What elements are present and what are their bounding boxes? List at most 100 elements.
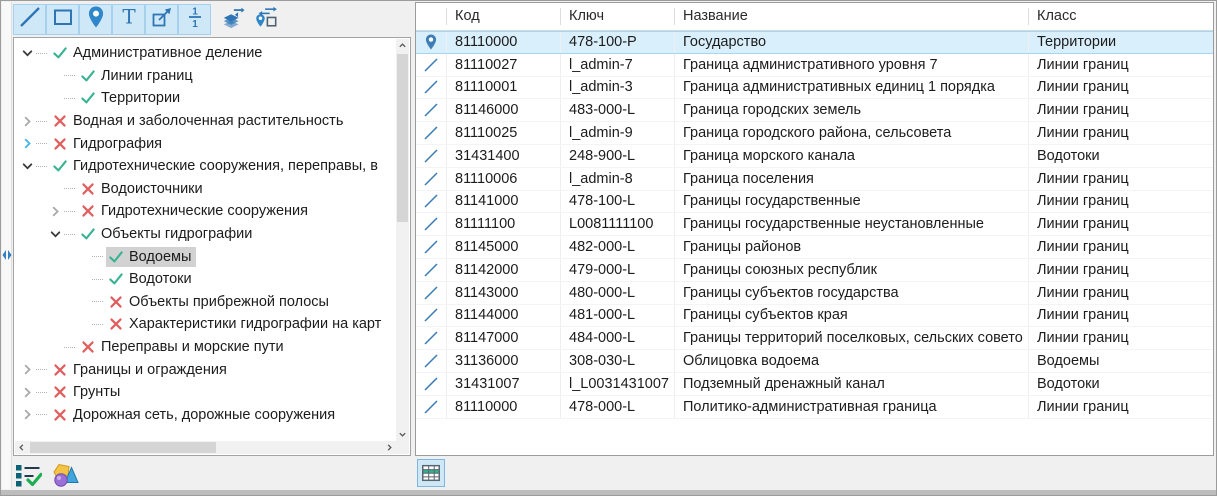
- cross-icon[interactable]: [52, 362, 68, 378]
- rectangle-tool-button[interactable]: [46, 4, 79, 35]
- table-row[interactable]: 81142000 479-000-L Границы союзных республ…: [416, 258, 1213, 282]
- object-shapes-button[interactable]: [50, 460, 80, 489]
- table-row[interactable]: 81110027 l_admin-7 Граница административно…: [416, 53, 1213, 77]
- tree-item-target[interactable]: Административное деление: [50, 43, 267, 63]
- object-swap-tool-button[interactable]: [249, 4, 282, 35]
- scroll-down-icon[interactable]: [396, 428, 409, 441]
- table-row[interactable]: 81110006 l_admin-8 Граница поселения Линии …: [416, 167, 1213, 191]
- check-icon[interactable]: [80, 90, 96, 106]
- table-row[interactable]: 81143000 480-000-L Границы субъектов госуд…: [416, 281, 1213, 305]
- scroll-left-icon[interactable]: [15, 441, 28, 454]
- horizontal-scroll-thumb[interactable]: [30, 442, 216, 453]
- tree-item-target[interactable]: Водоисточники: [78, 179, 208, 199]
- tree-vertical-scrollbar[interactable]: [396, 39, 409, 441]
- cross-icon[interactable]: [80, 203, 96, 219]
- tree-item-target[interactable]: Грунты: [50, 382, 125, 402]
- table-row[interactable]: 81111100 L0081111100 Границы государственн…: [416, 213, 1213, 237]
- cross-icon[interactable]: [108, 316, 124, 332]
- check-icon[interactable]: [52, 158, 68, 174]
- cross-icon[interactable]: [52, 113, 68, 129]
- tree-horizontal-scrollbar[interactable]: [15, 441, 396, 454]
- scale-1-1-tool-button[interactable]: 11: [178, 4, 211, 35]
- tree-item-target[interactable]: Переправы и морские пути: [78, 337, 289, 357]
- scroll-right-icon[interactable]: [383, 441, 396, 454]
- table-row[interactable]: 31431400 248-900-L Граница морского канала…: [416, 144, 1213, 168]
- object-table-panel: Код Ключ Название Класс 81110000 478-100-…: [415, 2, 1214, 456]
- chevron-down-icon[interactable]: [20, 46, 34, 60]
- object-list-check-button[interactable]: [13, 460, 43, 489]
- tree-item-selected[interactable]: Водоемы: [106, 246, 197, 267]
- chevron-right-icon[interactable]: [20, 385, 34, 399]
- vertical-scroll-thumb[interactable]: [397, 54, 408, 222]
- tree-item-target[interactable]: Линии границ: [78, 66, 198, 86]
- column-header-key[interactable]: Ключ: [560, 8, 674, 25]
- tree-connector: [36, 391, 47, 393]
- scroll-up-icon[interactable]: [396, 39, 409, 52]
- chevron-right-icon[interactable]: [48, 204, 62, 218]
- tree-item-target[interactable]: Характеристики гидрографии на карт: [106, 314, 386, 334]
- table-row[interactable]: 81144000 481-000-L Границы субъектов края Л…: [416, 304, 1213, 328]
- point-tool-button[interactable]: [79, 4, 112, 35]
- cross-icon[interactable]: [80, 339, 96, 355]
- splitter-collapse-icon[interactable]: [1, 248, 13, 262]
- tree-item-label: Переправы и морские пути: [101, 339, 284, 356]
- table-row[interactable]: 81110001 l_admin-3 Граница административны…: [416, 76, 1213, 100]
- check-icon[interactable]: [52, 45, 68, 61]
- cross-icon[interactable]: [52, 136, 68, 152]
- table-row[interactable]: 31136000 308-030-L Облицовка водоема Водоем…: [416, 350, 1213, 373]
- cross-icon[interactable]: [52, 407, 68, 423]
- cross-icon[interactable]: [80, 181, 96, 197]
- text-tool-button[interactable]: T: [112, 4, 145, 35]
- cell-name: Граница городского района, сельсовета: [674, 122, 1028, 144]
- tree-item-target[interactable]: Водная и заболоченная растительность: [50, 111, 348, 131]
- tree-item-target[interactable]: Гидротехнические сооружения, переправы, …: [50, 156, 383, 176]
- line-object-icon: [416, 122, 446, 144]
- tree-item-target[interactable]: Водотоки: [106, 269, 197, 289]
- column-header-class[interactable]: Класс: [1028, 8, 1213, 25]
- vector-tool-button[interactable]: [145, 4, 178, 35]
- table-row[interactable]: 81147000 484-000-L Границы территорий посе…: [416, 327, 1213, 351]
- tree-item-label: Водотоки: [129, 271, 192, 288]
- tree-item-target[interactable]: Объекты прибрежной полосы: [106, 292, 334, 312]
- list-check-icon: [16, 464, 42, 486]
- cross-icon[interactable]: [52, 384, 68, 400]
- cell-key: 479-000-L: [560, 258, 674, 281]
- chevron-right-icon[interactable]: [20, 408, 34, 422]
- table-view-button[interactable]: [417, 459, 445, 487]
- tree-item: Характеристики гидрографии на карт: [16, 313, 395, 336]
- chevron-down-icon[interactable]: [20, 159, 34, 173]
- check-icon[interactable]: [80, 68, 96, 84]
- chevron-right-icon[interactable]: [20, 114, 34, 128]
- check-icon[interactable]: [108, 271, 124, 287]
- tree-connector: [64, 97, 75, 99]
- tree-item-target[interactable]: Границы и ограждения: [50, 360, 232, 380]
- tree-item-target[interactable]: Дорожная сеть, дорожные сооружения: [50, 405, 340, 425]
- chevron-right-icon[interactable]: [20, 137, 34, 151]
- check-icon[interactable]: [108, 249, 124, 265]
- panel-splitter[interactable]: [2, 2, 12, 489]
- chevron-down-icon[interactable]: [48, 227, 62, 241]
- layers-swap-tool-button[interactable]: [216, 4, 249, 35]
- line-tool-button[interactable]: [13, 4, 46, 35]
- cross-icon[interactable]: [108, 294, 124, 310]
- scrollbar-corner: [396, 441, 409, 454]
- column-header-name[interactable]: Название: [674, 8, 1028, 25]
- table-row[interactable]: 81145000 482-000-L Границы районов Линии гр…: [416, 236, 1213, 259]
- table-row[interactable]: 81110025 l_admin-9 Граница городского райо…: [416, 122, 1213, 145]
- tree-item-target[interactable]: Территории: [78, 88, 185, 108]
- tree-item-label: Территории: [101, 90, 181, 107]
- table-row[interactable]: 81146000 483-000-L Граница городских земел…: [416, 99, 1213, 123]
- column-header-code[interactable]: Код: [446, 8, 560, 25]
- tree-item-target[interactable]: Объекты гидрографии: [78, 224, 257, 244]
- table-row[interactable]: 81141000 478-100-L Границы государственные…: [416, 190, 1213, 214]
- tree-item-target[interactable]: Гидротехнические сооружения: [78, 201, 313, 221]
- table-row-selected[interactable]: 81110000 478-100-P Государство Территории: [416, 31, 1213, 54]
- cell-class: Линии границ: [1028, 213, 1213, 236]
- table-row[interactable]: 31431007 l_L0031431007 Подземный дренажный…: [416, 372, 1213, 396]
- cell-key: 478-100-P: [560, 32, 674, 53]
- chevron-right-icon[interactable]: [20, 363, 34, 377]
- tree-item-target[interactable]: Гидрография: [50, 134, 167, 154]
- check-icon[interactable]: [80, 226, 96, 242]
- table-row[interactable]: 81110000 478-000-L Политико-административн…: [416, 395, 1213, 419]
- cell-key: 482-000-L: [560, 236, 674, 258]
